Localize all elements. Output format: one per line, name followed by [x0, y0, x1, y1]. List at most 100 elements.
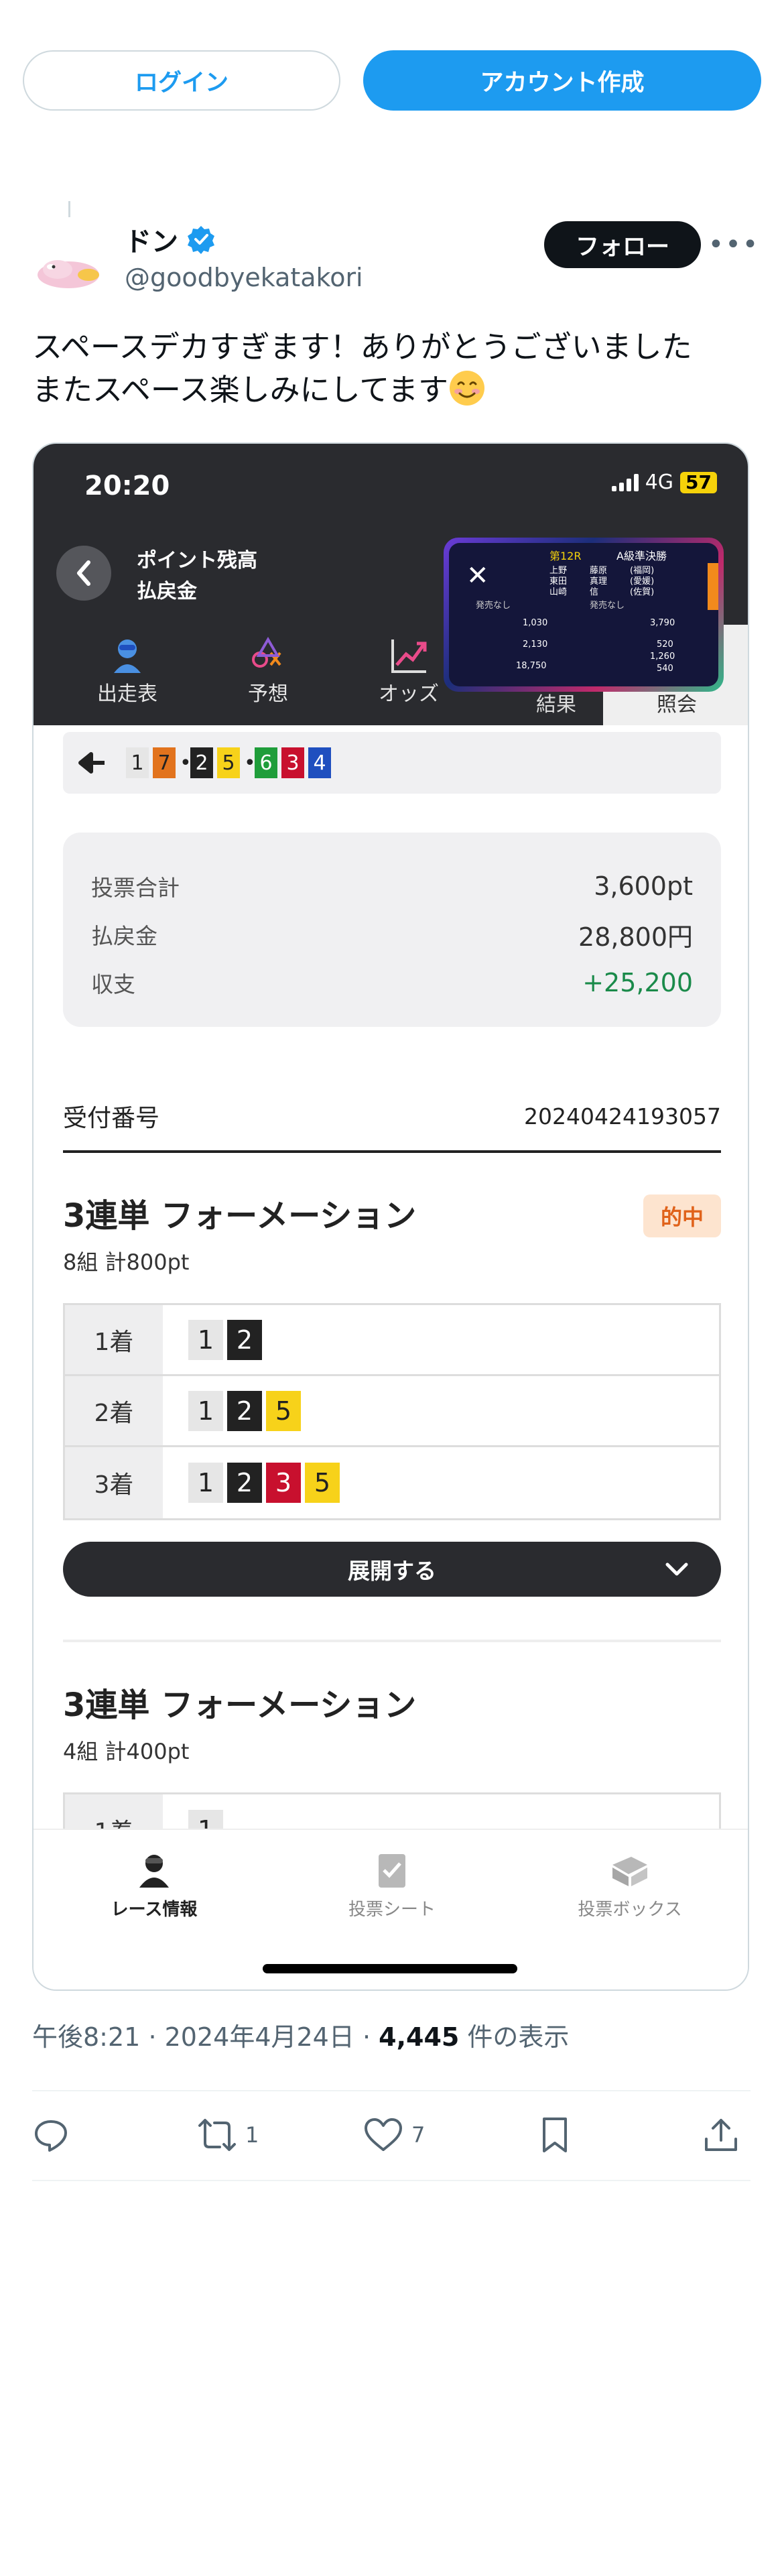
divider [32, 2090, 750, 2091]
bet-title: 3連単 フォーメーション [63, 1686, 417, 1724]
separator-dot: • [244, 751, 256, 775]
popup-name-9: (佐賀) [630, 587, 655, 597]
signal-icon [611, 473, 639, 491]
formation-grid: 1着 1 2 2着 1 2 5 3着 1 2 3 5 [63, 1303, 721, 1520]
result-order-strip: 1 7 • 2 5 • 6 3 4 [63, 732, 721, 794]
verified-badge-icon [186, 225, 216, 254]
retweet-icon [198, 2119, 236, 2151]
race-result-popup-content: ✕ 第12R A級準決勝 上野 藤原 (福岡) 東田 真理 (愛媛) 山崎 信 … [449, 543, 718, 686]
back-button[interactable] [56, 546, 111, 601]
close-icon[interactable]: ✕ [466, 560, 489, 591]
place-label: 2着 [65, 1376, 163, 1445]
reply-button[interactable] [32, 2111, 70, 2158]
balance-value: +25,200 [582, 968, 693, 997]
tweet-time[interactable]: 午後8:21 [32, 2022, 140, 2052]
tweet-text: スペースデカすぎます！ありがとうございました またスペース楽しみにしてます [32, 326, 756, 412]
boat-number: 1 [188, 1319, 223, 1360]
status-time: 20:20 [84, 471, 170, 501]
points-balance-label: ポイント残高 払戻金 [137, 546, 257, 607]
nav-prediction-label: 予想 [248, 682, 288, 706]
popup-name-7: 山崎 [549, 587, 568, 597]
total-row: 投票合計 3,600pt [91, 862, 693, 910]
display-name[interactable]: ドン [125, 220, 178, 259]
receipt-number-row: 受付番号 20240424193057 [63, 1094, 721, 1153]
popup-payout-right-4: 540 [657, 664, 673, 674]
nav-result[interactable]: 結果 [496, 688, 616, 717]
meta-separator: · [148, 2022, 165, 2052]
boat-number: 6 [255, 747, 277, 778]
avatar[interactable] [31, 228, 106, 303]
login-button[interactable]: ログイン [23, 50, 340, 111]
total-value: 3,600pt [594, 871, 693, 901]
place-numbers: 1 2 3 5 [163, 1447, 719, 1518]
network-label: 4G [645, 471, 674, 494]
bookmark-icon [543, 2118, 567, 2152]
tab-vote-box[interactable]: 投票ボックス [549, 1845, 710, 1920]
place-numbers: 1 2 5 [163, 1376, 719, 1445]
popup-race-title: A級準決勝 [616, 550, 667, 562]
boat-number: 2 [227, 1463, 262, 1503]
race-result-popup[interactable]: ✕ 第12R A級準決勝 上野 藤原 (福岡) 東田 真理 (愛媛) 山崎 信 … [444, 538, 724, 692]
follow-button[interactable]: フォロー [544, 221, 701, 268]
tab-vote-sheet-label: 投票シート [348, 1900, 436, 1920]
nav-inquiry[interactable]: 照会 [616, 688, 737, 717]
attached-screenshot[interactable]: 20:20 4G 57 ポイント残高 払戻金 出走表 予想 オッズ 結果 照会 … [32, 442, 749, 1991]
vote-sheet-icon [312, 1845, 472, 1896]
points-label-line-1: ポイント残高 [137, 549, 257, 572]
tweet-date[interactable]: 2024年4月24日 [165, 2022, 354, 2052]
bookmark-button[interactable] [539, 2111, 571, 2158]
section-divider [63, 1640, 721, 1642]
author-row: ドン [125, 220, 216, 259]
like-count: 7 [411, 2122, 426, 2148]
view-count-suffix: 件の表示 [467, 2022, 570, 2052]
tab-race-info[interactable]: レース情報 [74, 1845, 235, 1920]
boat-number: 3 [266, 1463, 301, 1503]
nav-racecard[interactable]: 出走表 [67, 634, 188, 707]
expand-button[interactable]: 展開する [63, 1542, 721, 1597]
popup-left-header: 発売なし [476, 601, 511, 611]
bet-summary: 投票合計 3,600pt 払戻金 28,800円 収支 +25,200 [63, 833, 721, 1027]
boat-number: 7 [153, 747, 176, 778]
popup-payout-right-3: 1,260 [650, 652, 675, 662]
tab-race-info-label: レース情報 [111, 1900, 198, 1920]
retweet-count: 1 [245, 2122, 259, 2148]
boat-number: 2 [227, 1319, 262, 1360]
nav-prediction[interactable]: 予想 [208, 634, 328, 707]
home-indicator [263, 1964, 517, 1973]
heart-icon [365, 2118, 402, 2151]
racer-icon [67, 634, 188, 677]
receipt-label: 受付番号 [63, 1105, 160, 1132]
thread-line [68, 201, 70, 217]
view-count: 4,445 [379, 2022, 460, 2052]
race-info-icon [74, 1845, 235, 1896]
like-button[interactable]: 7 [363, 2111, 425, 2158]
payout-label: 払戻金 [91, 923, 157, 949]
expand-label: 展開する [348, 1558, 436, 1584]
retweet-button[interactable]: 1 [197, 2111, 259, 2158]
place-label: 1着 [65, 1305, 163, 1374]
total-label: 投票合計 [91, 875, 180, 901]
tab-vote-box-label: 投票ボックス [578, 1900, 682, 1920]
place-numbers: 1 2 [163, 1305, 719, 1374]
more-options-icon[interactable]: ••• [708, 228, 759, 261]
arrow-left-icon [78, 752, 105, 774]
handle[interactable]: @goodbyekatakori [125, 263, 363, 292]
share-button[interactable] [702, 2111, 740, 2158]
chevron-down-icon [665, 1562, 688, 1576]
place-label: 3着 [65, 1447, 163, 1518]
payout-value: 28,800円 [578, 922, 693, 952]
tweet-actions: 1 7 [32, 2111, 750, 2158]
create-account-button[interactable]: アカウント作成 [363, 50, 761, 111]
tweet-meta: 午後8:21 · 2024年4月24日 · 4,445 件の表示 [32, 2016, 569, 2053]
popup-payout-right-2: 520 [657, 639, 673, 650]
nav-racecard-label: 出走表 [97, 682, 157, 706]
receipt-value: 20240424193057 [524, 1103, 721, 1129]
balance-row: 収支 +25,200 [91, 959, 693, 1007]
battery-icon: 57 [680, 471, 717, 493]
popup-race-number: 第12R [549, 550, 582, 562]
popup-right-header: 発売なし [590, 601, 625, 611]
status-indicators: 4G 57 [611, 471, 717, 494]
popup-payout-left-2: 2,130 [523, 639, 548, 650]
boat-number: 2 [227, 1390, 262, 1431]
tab-vote-sheet[interactable]: 投票シート [312, 1845, 472, 1920]
